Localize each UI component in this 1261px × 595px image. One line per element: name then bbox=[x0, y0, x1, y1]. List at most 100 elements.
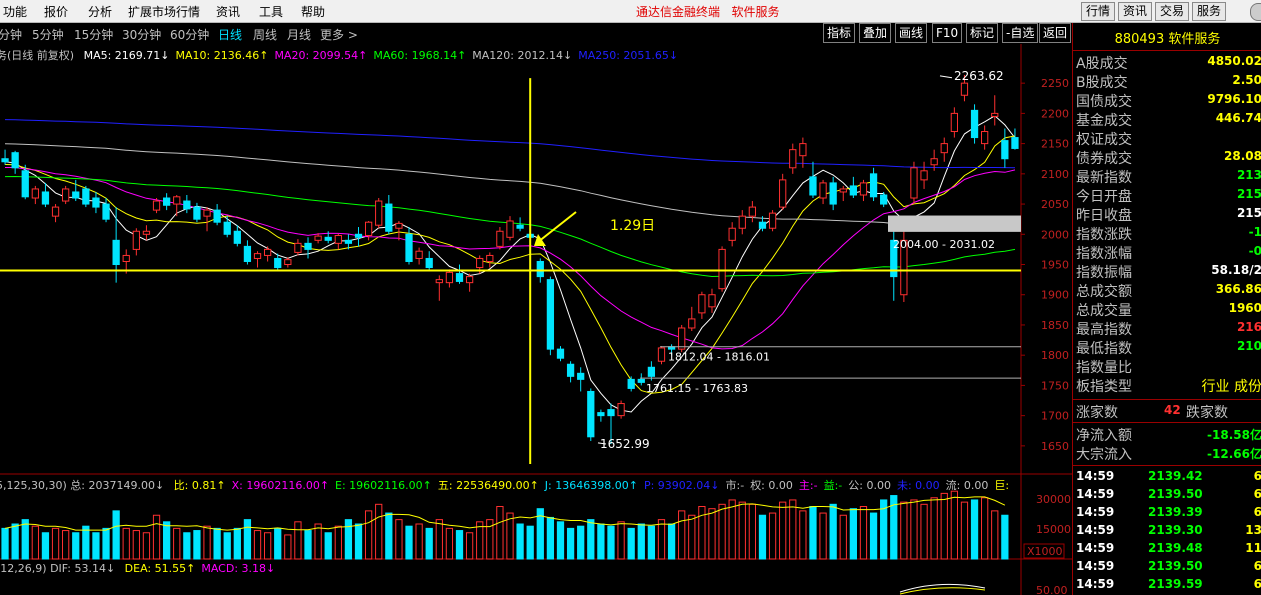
period-monthly[interactable]: 月线 bbox=[287, 26, 311, 43]
candle-body bbox=[152, 200, 161, 211]
volume-bar bbox=[647, 525, 656, 560]
top-news-button[interactable]: 资讯 bbox=[1118, 2, 1153, 21]
tool-mark-button[interactable]: 标记 bbox=[966, 23, 999, 43]
panel-divider bbox=[1073, 399, 1261, 400]
volume-bar bbox=[465, 532, 474, 560]
y-axis-label: 1800 bbox=[1041, 349, 1069, 362]
vol-axis-label: 15000 bbox=[1036, 523, 1071, 536]
candle-body bbox=[445, 271, 454, 284]
net-inflow-value: -18.58亿 bbox=[1207, 428, 1261, 442]
period-1min[interactable]: 分钟 bbox=[0, 26, 22, 43]
volume-bar bbox=[516, 523, 524, 560]
stat-value: 216 bbox=[1236, 320, 1261, 334]
stat-value: -1 bbox=[1248, 225, 1261, 239]
tick-price: 2139.39 bbox=[1148, 505, 1203, 519]
kline-chart[interactable]: 2250 2200 2150 2100 2050 2000 1950 1900 1850 1800… bbox=[0, 44, 1072, 595]
top-service-button[interactable]: 服务 bbox=[1192, 2, 1227, 21]
top-trade-button[interactable]: 交易 bbox=[1155, 2, 1190, 21]
candle-body bbox=[364, 221, 373, 236]
menu-analysis[interactable]: 分析 bbox=[88, 3, 112, 20]
stat-value: 9796.10 bbox=[1207, 92, 1261, 106]
y-axis-label: 1750 bbox=[1041, 379, 1069, 392]
volume-bar bbox=[768, 512, 777, 560]
menu-extended-market[interactable]: 扩展市场行情 bbox=[128, 3, 200, 20]
tool-indicator-button[interactable]: 指标 bbox=[823, 23, 856, 43]
volume-bar bbox=[132, 530, 140, 560]
tick-time: 14:59 bbox=[1076, 559, 1115, 573]
period-5min[interactable]: 5分钟 bbox=[32, 26, 64, 43]
menu-tools[interactable]: 工具 bbox=[259, 3, 283, 20]
tick-price: 2139.42 bbox=[1148, 469, 1203, 483]
vol_line-item: P: 93902.04↓ bbox=[643, 479, 720, 492]
y-axis-label: 2250 bbox=[1041, 77, 1069, 90]
candle-body bbox=[1011, 137, 1019, 149]
volume-bar bbox=[627, 527, 635, 560]
volume-bar bbox=[21, 519, 29, 560]
candle-body bbox=[263, 248, 272, 256]
period-30min[interactable]: 30分钟 bbox=[122, 26, 161, 43]
period-daily[interactable]: 日线 bbox=[218, 26, 242, 43]
candle-body bbox=[465, 276, 474, 284]
volume-bar bbox=[203, 525, 211, 560]
tool-overlay-button[interactable]: 叠加 bbox=[859, 23, 892, 43]
period-weekly[interactable]: 周线 bbox=[253, 26, 277, 43]
menu-help[interactable]: 帮助 bbox=[301, 3, 325, 20]
top-quote-button[interactable]: 行情 bbox=[1081, 2, 1116, 21]
tool-watchlist-button[interactable]: -自选 bbox=[1002, 23, 1039, 43]
volume-bar bbox=[849, 508, 857, 560]
window-control-icon[interactable] bbox=[1250, 3, 1261, 21]
stat-row: 总成交额 366.86 bbox=[1076, 281, 1261, 300]
stat-row: 指数涨幅 -0 bbox=[1076, 243, 1261, 262]
volume-bar bbox=[970, 499, 979, 560]
vol_line-item: 主:- bbox=[798, 479, 818, 492]
vol_line-item: 流: 0.00 bbox=[945, 479, 989, 492]
menu-function[interactable]: 功能 bbox=[3, 3, 27, 20]
volume-bar bbox=[667, 523, 676, 560]
tool-drawline-button[interactable]: 画线 bbox=[895, 23, 928, 43]
high-price-label: 2263.62 bbox=[954, 69, 1004, 83]
volume-bar bbox=[395, 519, 403, 560]
stat-label: 指数振幅 bbox=[1076, 265, 1132, 281]
volume-bar bbox=[72, 532, 80, 560]
annotation-label: 1.29日 bbox=[610, 218, 655, 234]
stat-value: 2.50 bbox=[1232, 73, 1261, 87]
macd-prefix: (12,26,9) DIF: 53.14↓ bbox=[0, 562, 116, 575]
volume-bar bbox=[617, 521, 625, 560]
y-axis-label: 2050 bbox=[1041, 198, 1069, 211]
ma5-line bbox=[4, 115, 1016, 413]
volume-bar bbox=[910, 499, 918, 560]
candle-body bbox=[738, 215, 746, 229]
volume-bar bbox=[455, 530, 464, 560]
candle-body bbox=[950, 112, 958, 133]
volume-bar bbox=[284, 534, 292, 560]
stat-label: 国债成交 bbox=[1076, 94, 1132, 110]
tool-back-button[interactable]: 返回 bbox=[1039, 23, 1072, 43]
volume-bar bbox=[183, 532, 191, 560]
block-inflow-row: 大宗流入 -12.66亿 bbox=[1076, 444, 1261, 463]
menu-news[interactable]: 资讯 bbox=[216, 3, 240, 20]
period-more[interactable]: 更多 > bbox=[320, 26, 358, 43]
period-60min[interactable]: 60分钟 bbox=[170, 26, 209, 43]
candle-body bbox=[991, 112, 999, 117]
panel-divider bbox=[1073, 422, 1261, 423]
ma10-line bbox=[4, 135, 1016, 394]
menu-quote[interactable]: 报价 bbox=[44, 3, 68, 20]
candle-body bbox=[233, 230, 241, 244]
candle-body bbox=[375, 200, 383, 226]
tick-row: 14:59 2139.50 6 bbox=[1076, 559, 1261, 577]
volume-bar bbox=[11, 523, 19, 560]
stat-row: 指数振幅 58.18/2 bbox=[1076, 262, 1261, 281]
candle-body bbox=[324, 236, 332, 241]
candle-body bbox=[577, 372, 585, 380]
volume-bar bbox=[738, 501, 746, 560]
candle-body bbox=[556, 348, 565, 359]
tool-f10-button[interactable]: F10 bbox=[932, 23, 963, 43]
tick-price: 2139.50 bbox=[1148, 559, 1203, 573]
period-15min[interactable]: 15分钟 bbox=[74, 26, 113, 43]
brand-subtitle: 软件服务 bbox=[731, 5, 780, 19]
candle-body bbox=[455, 273, 464, 282]
advance-decline-row: 涨家数 42 跌家数 bbox=[1076, 402, 1261, 421]
block-inflow-label: 大宗流入 bbox=[1076, 447, 1132, 463]
volume-bar bbox=[577, 525, 585, 560]
y-axis-label: 2150 bbox=[1041, 138, 1069, 151]
